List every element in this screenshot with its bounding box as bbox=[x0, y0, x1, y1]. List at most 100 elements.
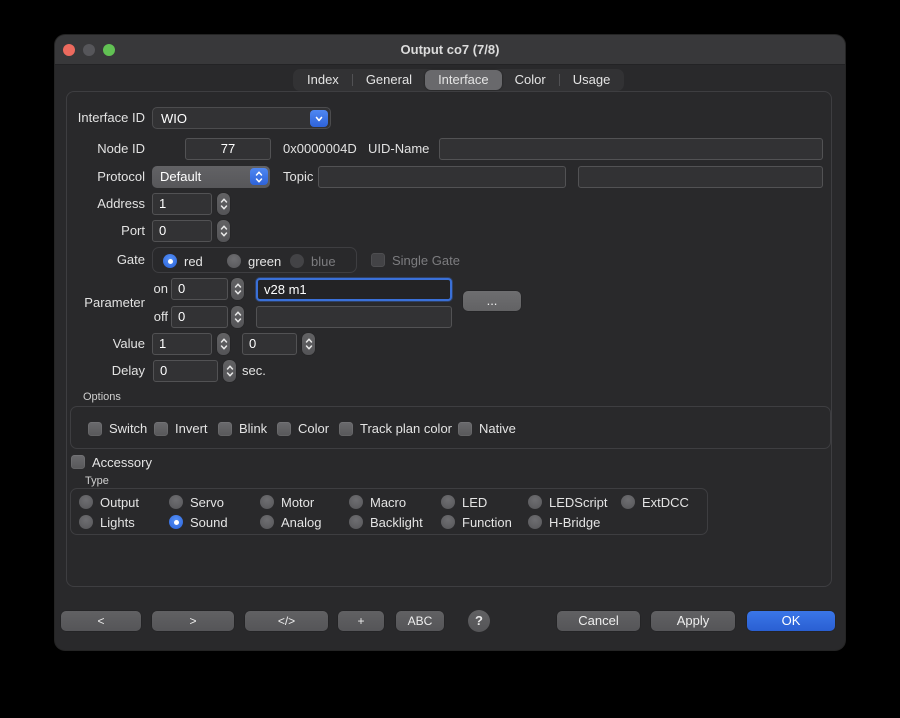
options-group-label: Options bbox=[83, 391, 121, 403]
type-radio-servo[interactable]: Servo bbox=[169, 492, 224, 512]
type-radio-hbridge[interactable]: H-Bridge bbox=[528, 512, 600, 532]
radio-selected-icon[interactable] bbox=[169, 515, 183, 529]
parameter-off-text-field[interactable] bbox=[256, 306, 452, 328]
type-radio-motor[interactable]: Motor bbox=[260, 492, 314, 512]
radio-icon[interactable] bbox=[528, 515, 542, 529]
tab-color[interactable]: Color bbox=[502, 70, 559, 90]
uid-name-field[interactable] bbox=[439, 138, 823, 160]
browse-button[interactable]: ... bbox=[463, 291, 521, 311]
type-radio-led[interactable]: LED bbox=[441, 492, 487, 512]
parameter-on-label: on bbox=[146, 278, 168, 300]
parameter-on-stepper[interactable] bbox=[231, 278, 244, 300]
chevron-down-icon[interactable] bbox=[310, 110, 328, 127]
radio-selected-icon[interactable] bbox=[163, 254, 177, 268]
prev-button[interactable]: < bbox=[61, 611, 141, 631]
checkbox-icon[interactable] bbox=[71, 455, 85, 469]
checkbox-icon[interactable] bbox=[339, 422, 353, 436]
radio-icon[interactable] bbox=[260, 515, 274, 529]
type-servo-label: Servo bbox=[190, 495, 224, 510]
radio-icon[interactable] bbox=[528, 495, 542, 509]
type-radio-extdcc[interactable]: ExtDCC bbox=[621, 492, 689, 512]
type-radio-macro[interactable]: Macro bbox=[349, 492, 406, 512]
delay-stepper[interactable] bbox=[223, 360, 236, 382]
option-track-plan-color[interactable]: Track plan color bbox=[339, 407, 452, 450]
type-analog-label: Analog bbox=[281, 515, 321, 530]
code-button[interactable]: </> bbox=[245, 611, 328, 631]
option-blink[interactable]: Blink bbox=[218, 407, 267, 450]
radio-icon[interactable] bbox=[260, 495, 274, 509]
radio-icon[interactable] bbox=[79, 515, 93, 529]
tab-bar: Index General Interface Color Usage bbox=[293, 69, 624, 91]
gate-radio-red[interactable]: red bbox=[163, 248, 203, 274]
tab-index[interactable]: Index bbox=[294, 70, 352, 90]
parameter-on-text-field[interactable]: v28 m1 bbox=[256, 278, 452, 301]
value-stepper-1[interactable] bbox=[217, 333, 230, 355]
value-field-2[interactable]: 0 bbox=[242, 333, 297, 355]
radio-icon[interactable] bbox=[227, 254, 241, 268]
option-invert-label: Invert bbox=[175, 421, 208, 436]
node-id-field[interactable]: 77 bbox=[185, 138, 271, 160]
topic-field-2[interactable] bbox=[578, 166, 823, 188]
type-extdcc-label: ExtDCC bbox=[642, 495, 689, 510]
option-color[interactable]: Color bbox=[277, 407, 329, 450]
option-switch[interactable]: Switch bbox=[88, 407, 147, 450]
address-label: Address bbox=[73, 193, 145, 215]
interface-id-combobox[interactable]: WIO bbox=[152, 107, 331, 129]
option-native-label: Native bbox=[479, 421, 516, 436]
ok-button[interactable]: OK bbox=[747, 611, 835, 631]
port-stepper[interactable] bbox=[217, 220, 230, 242]
radio-icon[interactable] bbox=[349, 515, 363, 529]
type-radio-output[interactable]: Output bbox=[79, 492, 139, 512]
delay-field[interactable]: 0 bbox=[153, 360, 218, 382]
radio-icon[interactable] bbox=[349, 495, 363, 509]
gate-blue-label: blue bbox=[311, 254, 336, 269]
protocol-popup[interactable]: Default bbox=[152, 166, 270, 188]
apply-button[interactable]: Apply bbox=[651, 611, 735, 631]
radio-icon[interactable] bbox=[79, 495, 93, 509]
type-radio-sound[interactable]: Sound bbox=[169, 512, 228, 532]
radio-icon[interactable] bbox=[441, 515, 455, 529]
accessory-checkbox[interactable]: Accessory bbox=[71, 455, 152, 469]
type-radio-ledscript[interactable]: LEDScript bbox=[528, 492, 608, 512]
address-stepper[interactable] bbox=[217, 193, 230, 215]
type-radio-backlight[interactable]: Backlight bbox=[349, 512, 423, 532]
abc-button[interactable]: ABC bbox=[396, 611, 444, 631]
parameter-off-count-field[interactable]: 0 bbox=[171, 306, 228, 328]
option-native[interactable]: Native bbox=[458, 407, 516, 450]
parameter-off-stepper[interactable] bbox=[231, 306, 244, 328]
tab-usage[interactable]: Usage bbox=[560, 70, 624, 90]
type-radio-lights[interactable]: Lights bbox=[79, 512, 135, 532]
gate-red-label: red bbox=[184, 254, 203, 269]
parameter-on-count-field[interactable]: 0 bbox=[171, 278, 228, 300]
type-ledscript-label: LEDScript bbox=[549, 495, 608, 510]
port-field[interactable]: 0 bbox=[152, 220, 212, 242]
cancel-button[interactable]: Cancel bbox=[557, 611, 640, 631]
value-field-1[interactable]: 1 bbox=[152, 333, 212, 355]
radio-icon[interactable] bbox=[169, 495, 183, 509]
tab-interface[interactable]: Interface bbox=[425, 70, 502, 90]
checkbox-disabled-icon bbox=[371, 253, 385, 267]
type-sound-label: Sound bbox=[190, 515, 228, 530]
next-button[interactable]: > bbox=[152, 611, 234, 631]
radio-icon[interactable] bbox=[441, 495, 455, 509]
checkbox-icon[interactable] bbox=[88, 422, 102, 436]
checkbox-icon[interactable] bbox=[458, 422, 472, 436]
address-field[interactable]: 1 bbox=[152, 193, 212, 215]
add-button[interactable]: + bbox=[338, 611, 384, 631]
window-title: Output co7 (7/8) bbox=[55, 35, 845, 64]
checkbox-icon[interactable] bbox=[218, 422, 232, 436]
gate-radio-green[interactable]: green bbox=[227, 248, 281, 274]
type-macro-label: Macro bbox=[370, 495, 406, 510]
option-invert[interactable]: Invert bbox=[154, 407, 208, 450]
tab-general[interactable]: General bbox=[353, 70, 425, 90]
topic-field[interactable] bbox=[318, 166, 566, 188]
type-radio-function[interactable]: Function bbox=[441, 512, 512, 532]
value-stepper-2[interactable] bbox=[302, 333, 315, 355]
help-button[interactable]: ? bbox=[468, 610, 490, 632]
checkbox-icon[interactable] bbox=[154, 422, 168, 436]
radio-disabled-icon bbox=[290, 254, 304, 268]
radio-icon[interactable] bbox=[621, 495, 635, 509]
type-radio-analog[interactable]: Analog bbox=[260, 512, 321, 532]
checkbox-icon[interactable] bbox=[277, 422, 291, 436]
value-label: Value bbox=[73, 333, 145, 355]
